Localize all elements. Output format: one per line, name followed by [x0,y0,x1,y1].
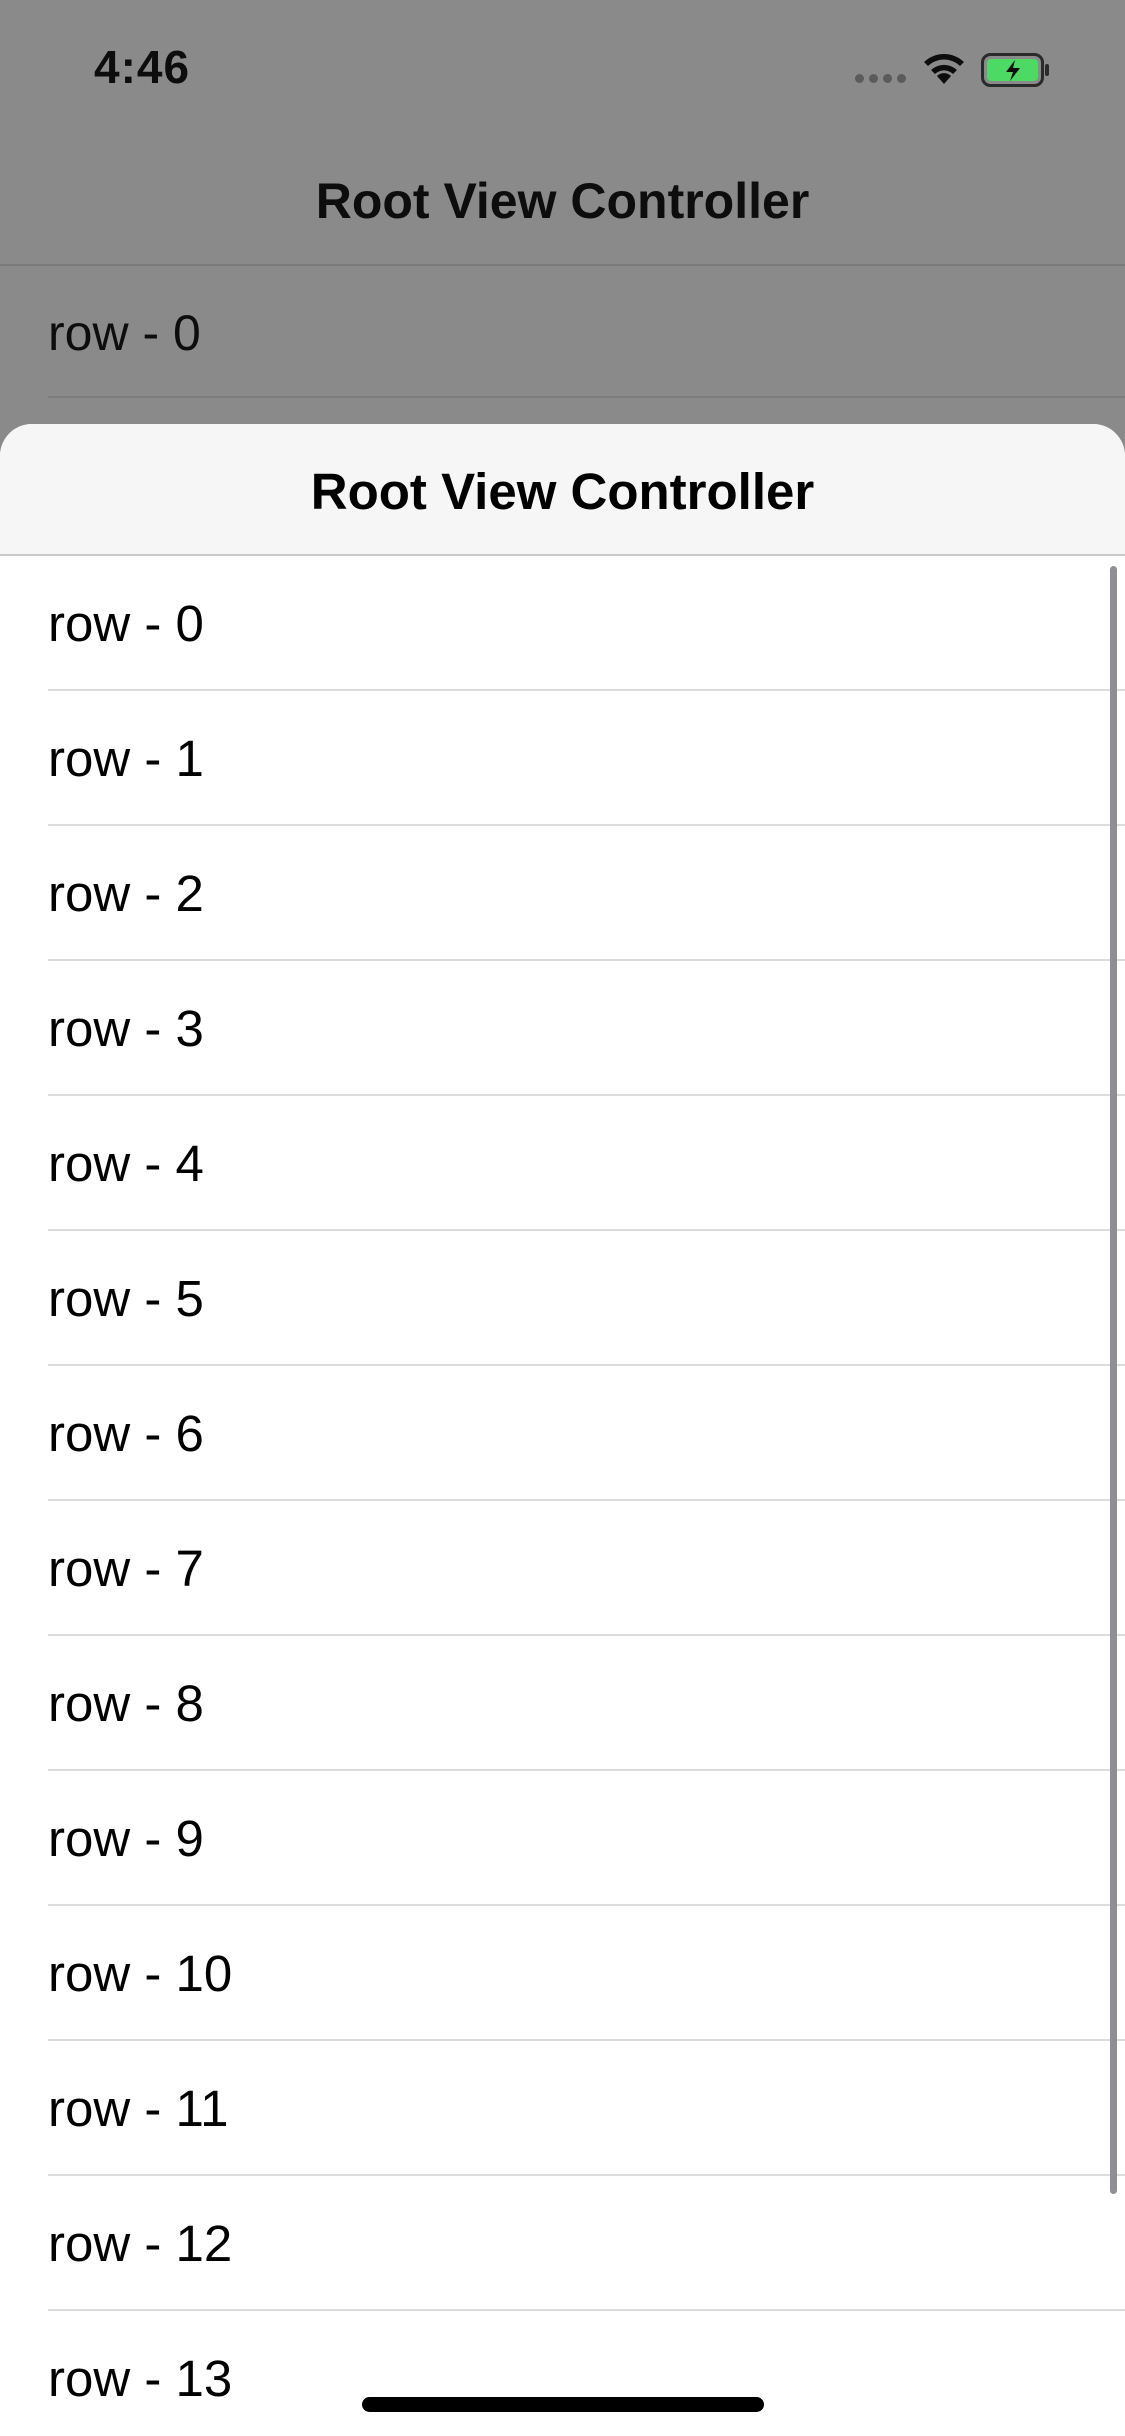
list-item[interactable]: row - 12 [0,2176,1125,2311]
sheet-nav-bar: Root View Controller [0,424,1125,556]
modal-sheet[interactable]: Root View Controller row - 0 row - 1 row… [0,424,1125,2436]
background-nav-title: Root View Controller [315,173,810,229]
list-item-label: row - 4 [48,1135,204,1192]
list-item-label: row - 5 [48,1270,204,1327]
table-view[interactable]: row - 0 row - 1 row - 2 row - 3 row - 4 … [0,556,1125,2436]
list-item[interactable]: row - 7 [0,1501,1125,1636]
background-nav-bar: Root View Controller [0,132,1125,266]
list-item[interactable]: row - 5 [0,1231,1125,1366]
list-item-label: row - 2 [48,865,204,922]
list-item[interactable]: row - 3 [0,961,1125,1096]
vertical-scroll-indicator[interactable] [1110,566,1117,2194]
home-indicator[interactable] [362,2397,764,2412]
list-item[interactable]: row - 11 [0,2041,1125,2176]
background-list-item-label: row - 0 [48,305,201,361]
list-item[interactable]: row - 1 [0,691,1125,826]
status-icons [855,50,1085,90]
list-item-label: row - 6 [48,1405,204,1462]
list-item[interactable]: row - 2 [0,826,1125,961]
row-separator [48,396,1125,398]
list-item-label: row - 13 [48,2350,233,2407]
list-item-label: row - 9 [48,1810,204,1867]
list-item-label: row - 10 [48,1945,233,2002]
list-item[interactable]: row - 9 [0,1771,1125,1906]
sheet-nav-title: Root View Controller [310,463,815,520]
list-item-label: row - 3 [48,1000,204,1057]
list-item-label: row - 7 [48,1540,204,1597]
status-time: 4:46 [94,41,191,93]
status-bar: 4:46 [0,0,1125,132]
signal-icon [855,74,909,84]
list-item[interactable]: row - 6 [0,1366,1125,1501]
list-item[interactable]: row - 0 [0,556,1125,691]
list-item-label: row - 12 [48,2215,233,2272]
list-item-label: row - 11 [48,2080,229,2137]
list-item[interactable]: row - 13 [0,2311,1125,2436]
list-item[interactable]: row - 4 [0,1096,1125,1231]
battery-charging-icon [981,53,1049,87]
list-item-label: row - 8 [48,1675,204,1732]
list-item-label: row - 1 [48,730,204,787]
list-item[interactable]: row - 8 [0,1636,1125,1771]
list-item-label: row - 0 [48,595,204,652]
background-list-item: row - 0 [0,266,1125,398]
list-item[interactable]: row - 10 [0,1906,1125,2041]
wifi-icon [924,54,964,84]
